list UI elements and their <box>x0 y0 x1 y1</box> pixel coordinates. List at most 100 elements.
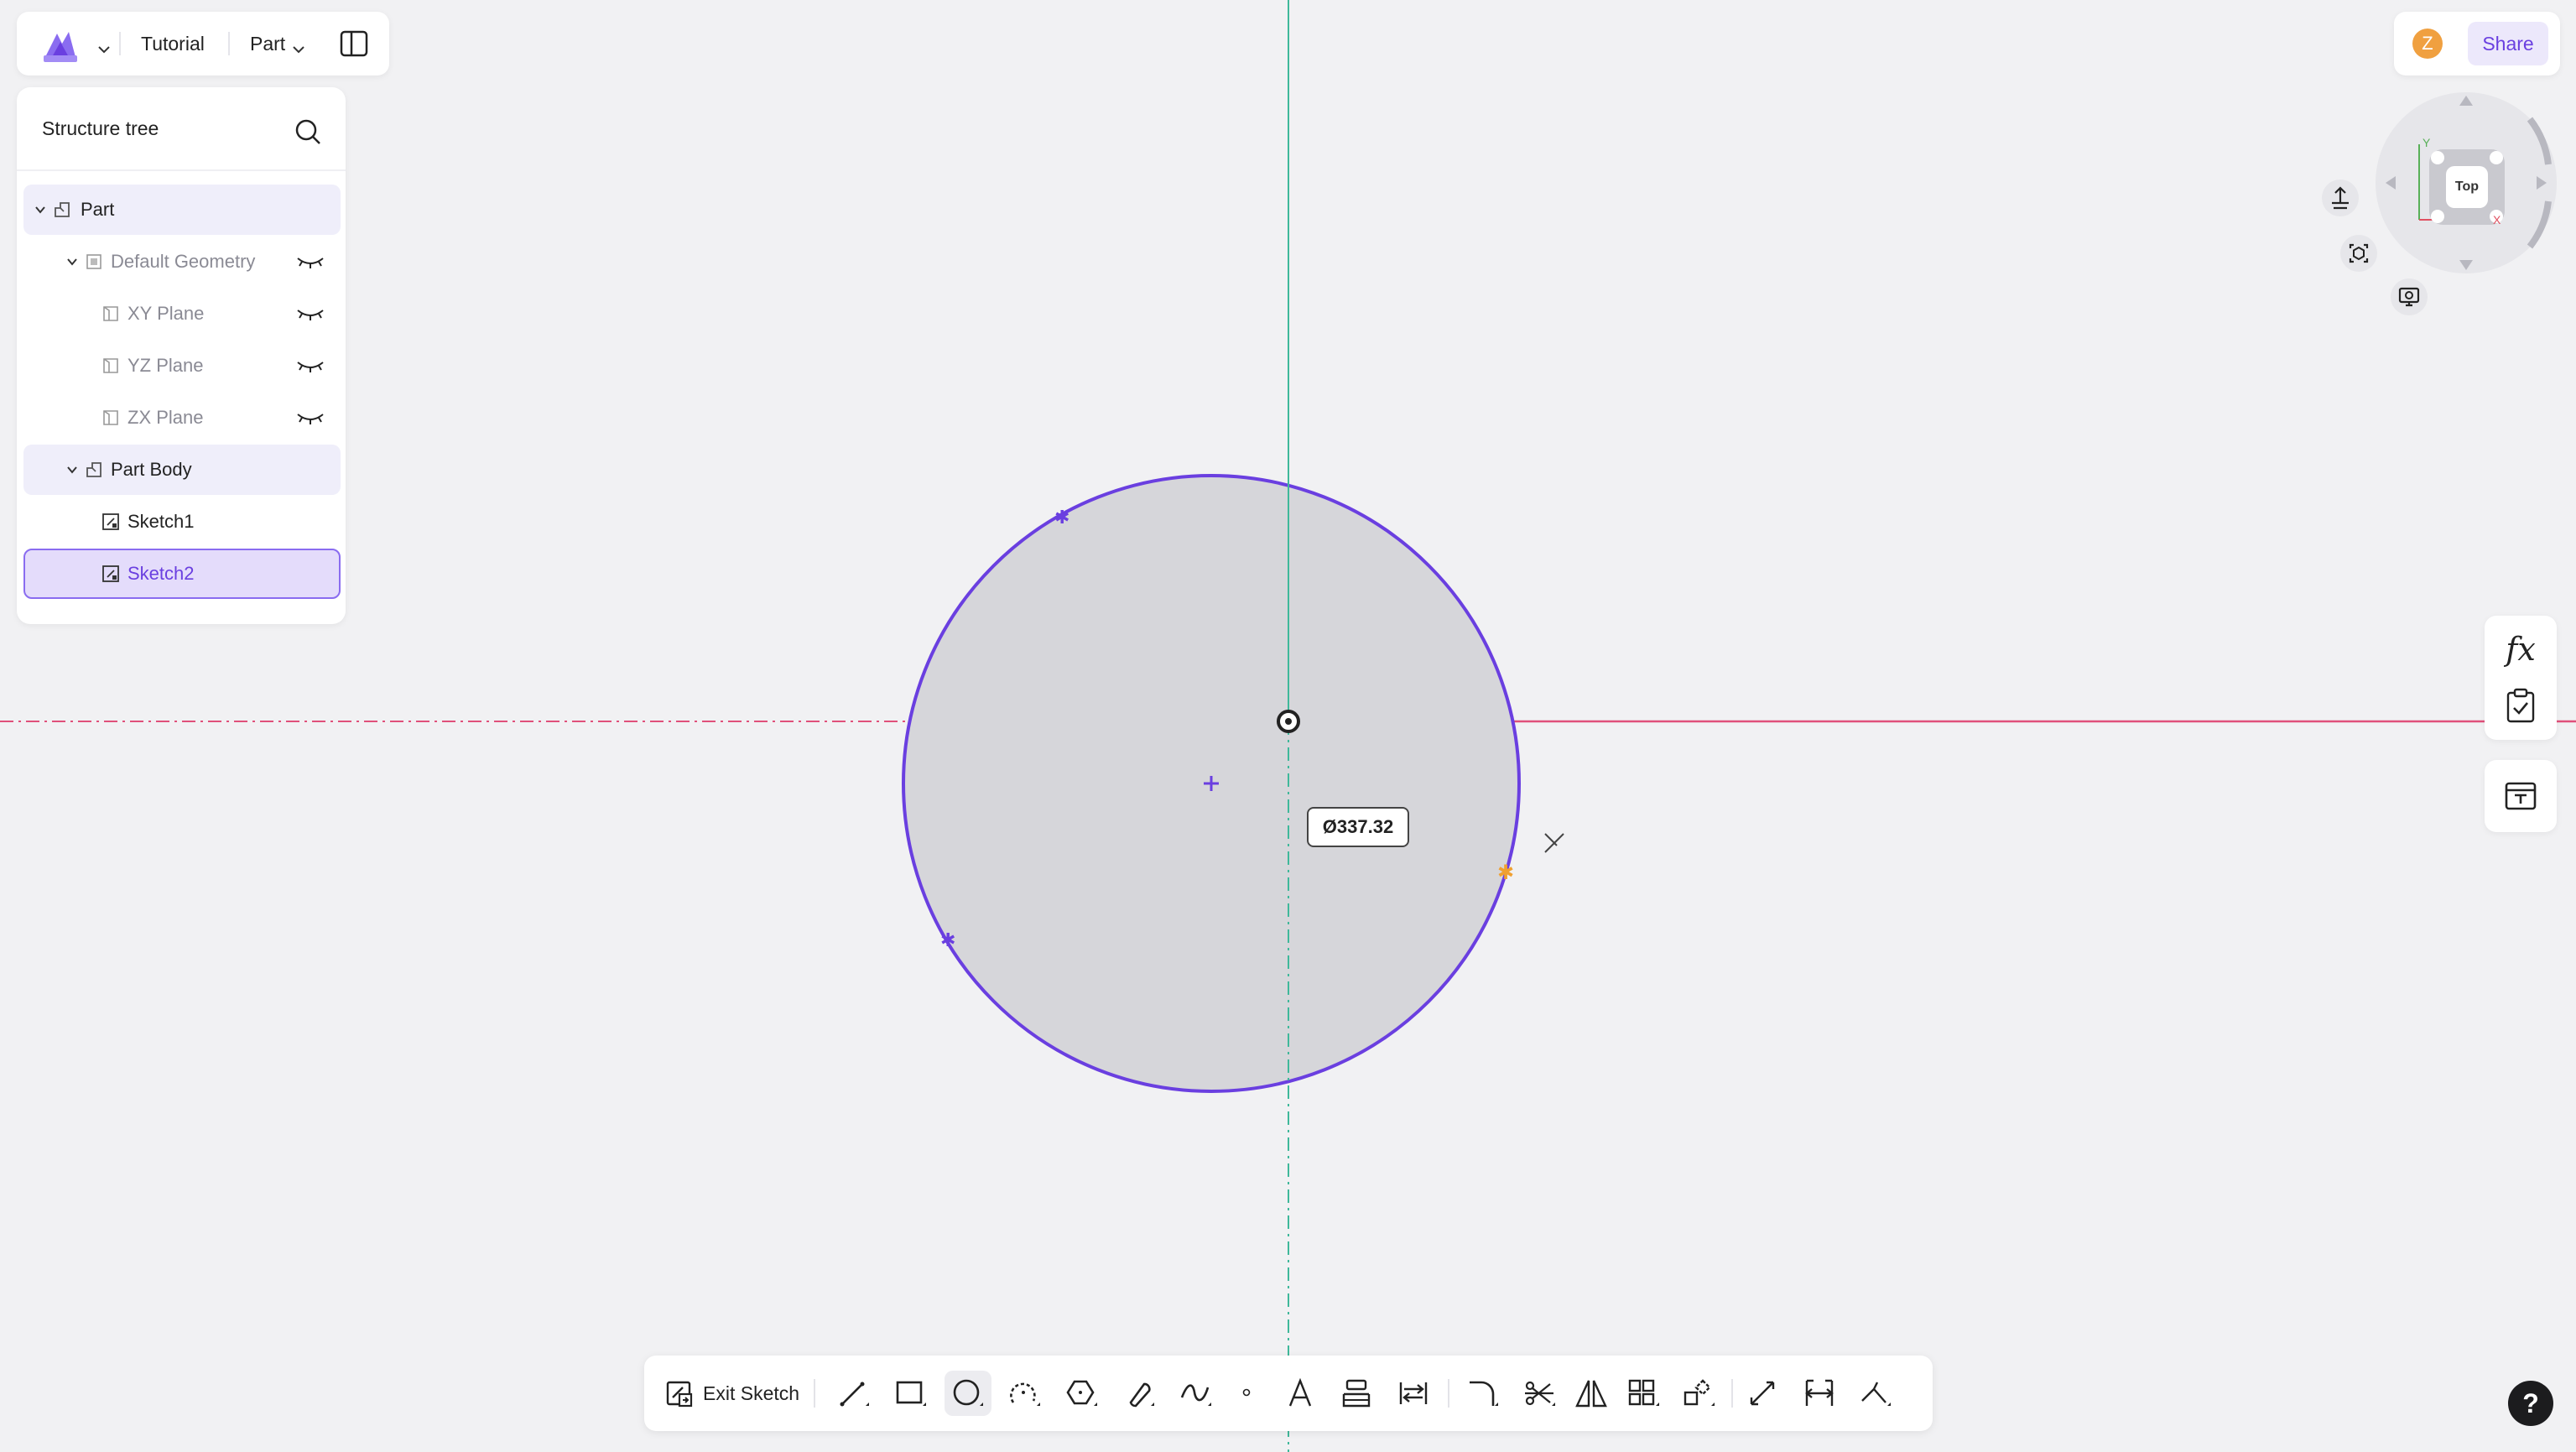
line-icon <box>840 1382 869 1407</box>
checklist-icon[interactable] <box>2505 688 2537 723</box>
exit-sketch-icon <box>666 1381 693 1408</box>
spline-tool[interactable] <box>1173 1371 1220 1416</box>
body-icon <box>86 462 101 477</box>
tree-item-sketch2[interactable]: Sketch2 <box>23 549 341 599</box>
project-tool[interactable] <box>1334 1371 1381 1416</box>
part-icon <box>55 202 70 217</box>
axis-x-label: X <box>2493 213 2501 226</box>
search-icon[interactable] <box>294 117 322 146</box>
visibility-hidden-icon[interactable] <box>295 356 325 376</box>
construction-tool[interactable] <box>1740 1371 1787 1416</box>
arc-tool[interactable] <box>1002 1371 1049 1416</box>
tree-item-yz-plane[interactable]: YZ Plane <box>23 341 341 391</box>
slot-tool[interactable] <box>1116 1371 1163 1416</box>
tree-item-xy-plane[interactable]: XY Plane <box>23 289 341 339</box>
construction-icon <box>1750 1381 1775 1406</box>
chevron-down-icon[interactable] <box>34 203 47 216</box>
avatar[interactable]: Z <box>2412 29 2443 59</box>
tree-item-default-geometry[interactable]: Default Geometry <box>23 237 341 287</box>
view-cube-face[interactable]: Top <box>2446 166 2488 208</box>
workspace-name[interactable]: Tutorial <box>141 12 205 75</box>
trim-tool[interactable] <box>1517 1371 1564 1416</box>
text-icon <box>1288 1377 1312 1407</box>
chevron-down-icon[interactable] <box>97 45 111 54</box>
point-icon <box>1242 1388 1251 1397</box>
offset-tool[interactable] <box>1391 1371 1438 1416</box>
dimension-icon <box>1805 1379 1834 1406</box>
diameter-dimension[interactable]: Ø337.32 <box>1307 807 1409 847</box>
fillet-icon <box>1470 1381 1498 1406</box>
divider <box>17 169 346 171</box>
trim-icon <box>1525 1381 1555 1406</box>
tree-item-zx-plane[interactable]: ZX Plane <box>23 393 341 443</box>
app-logo-icon[interactable] <box>40 27 81 64</box>
rectangle-tool[interactable] <box>887 1371 934 1416</box>
pattern-icon <box>1628 1379 1659 1406</box>
visibility-hidden-icon[interactable] <box>295 304 325 324</box>
circle-tool[interactable] <box>945 1371 991 1416</box>
visibility-hidden-icon[interactable] <box>295 408 325 428</box>
tree-item-label: XY Plane <box>127 303 205 324</box>
spline-icon <box>1180 1384 1211 1406</box>
transform-tool[interactable] <box>1676 1371 1723 1416</box>
pattern-tool[interactable] <box>1621 1371 1668 1416</box>
divider <box>119 32 121 55</box>
sketch-drawing[interactable]: ✱ ✱ ✱ <box>0 0 2576 1452</box>
chevron-down-icon[interactable] <box>65 255 79 268</box>
mirror-tool[interactable] <box>1569 1371 1616 1416</box>
rectangle-icon <box>896 1381 926 1406</box>
tree-item-part[interactable]: Part <box>23 185 341 235</box>
slot-icon <box>1129 1382 1154 1408</box>
panel-toggle-icon[interactable] <box>339 29 369 59</box>
tree-item-part-body[interactable]: Part Body <box>23 445 341 495</box>
sketch-toolbar: Exit Sketch <box>644 1356 1933 1431</box>
side-tools-panel: fx <box>2485 616 2557 740</box>
tree-item-label: Sketch2 <box>127 563 195 584</box>
mirror-icon <box>1575 1380 1607 1408</box>
formula-button[interactable]: fx <box>2485 624 2557 674</box>
fit-view-icon[interactable] <box>2339 233 2379 273</box>
circle-icon <box>953 1379 983 1406</box>
tree-item-label: Sketch1 <box>127 511 195 532</box>
view-cube[interactable]: Top Y X <box>2365 84 2567 285</box>
sketch-icon <box>102 565 119 582</box>
top-bar: Tutorial Part <box>17 12 389 75</box>
share-button[interactable]: Share <box>2468 22 2548 65</box>
display-mode-icon[interactable] <box>2389 277 2429 317</box>
visibility-hidden-icon[interactable] <box>295 252 325 272</box>
plane-icon <box>103 410 118 425</box>
tree-item-label: ZX Plane <box>127 407 204 428</box>
structure-tree-panel: Structure tree Part Default Geometry XY … <box>17 87 346 624</box>
snap-marker: ✱ <box>1497 861 1514 884</box>
sketch-icon <box>102 513 119 530</box>
arc-icon <box>1010 1382 1040 1406</box>
fillet-tool[interactable] <box>1460 1371 1507 1416</box>
document-name[interactable]: Part <box>250 12 285 75</box>
project-icon <box>1342 1379 1371 1408</box>
chevron-down-icon[interactable] <box>65 463 79 476</box>
exit-sketch-label: Exit Sketch <box>703 1382 800 1404</box>
help-button[interactable]: ? <box>2508 1381 2553 1426</box>
plane-icon <box>103 358 118 373</box>
constraint-tool[interactable] <box>1852 1371 1899 1416</box>
chevron-down-icon[interactable] <box>292 45 305 54</box>
cursor-icon <box>1544 833 1564 853</box>
tree-item-label: Part Body <box>111 459 192 480</box>
divider <box>1731 1379 1733 1408</box>
parameter-table-icon[interactable] <box>2503 778 2538 814</box>
home-view-icon[interactable] <box>2320 178 2360 218</box>
transform-icon <box>1684 1379 1715 1406</box>
polygon-tool[interactable] <box>1059 1371 1106 1416</box>
dimension-tool[interactable] <box>1797 1371 1844 1416</box>
divider <box>228 32 230 55</box>
point-tool[interactable] <box>1225 1371 1272 1416</box>
constraint-marker: ✱ <box>1054 507 1069 528</box>
sketch-canvas[interactable]: ✱ ✱ ✱ Ø337.32 <box>0 0 2576 1452</box>
tree-item-label: Default Geometry <box>111 251 256 272</box>
tree-item-sketch1[interactable]: Sketch1 <box>23 497 341 547</box>
text-tool[interactable] <box>1278 1371 1325 1416</box>
side-table-panel <box>2485 760 2557 832</box>
divider <box>814 1379 815 1408</box>
line-tool[interactable] <box>830 1371 877 1416</box>
plane-icon <box>103 306 118 321</box>
